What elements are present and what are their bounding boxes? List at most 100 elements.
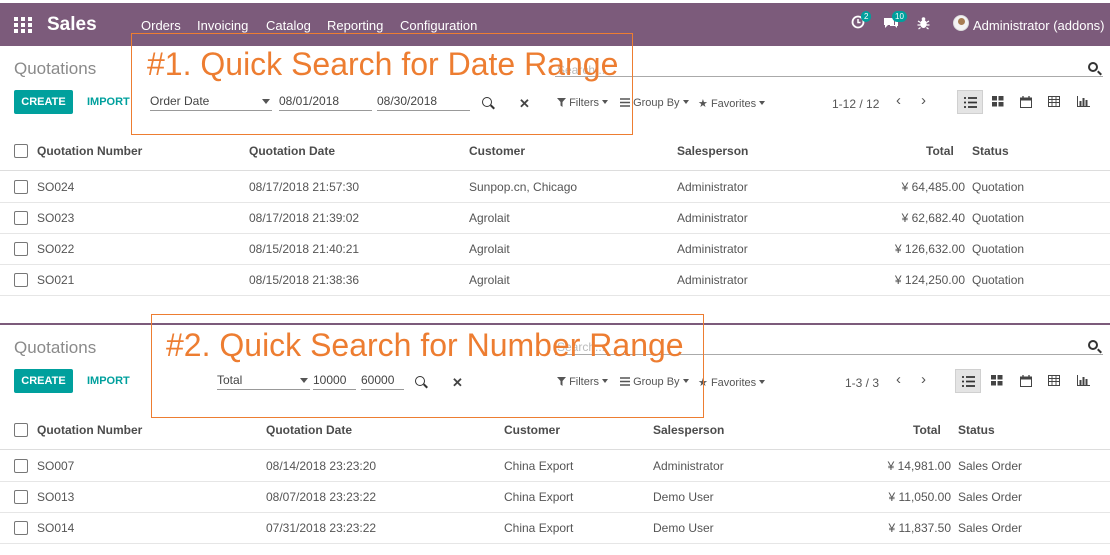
cell-number: SO013 [37, 490, 75, 504]
pager-next-icon[interactable]: › [921, 92, 926, 109]
cell-status: Quotation [972, 180, 1025, 194]
kanban-view-button[interactable] [986, 90, 1012, 114]
col-salesperson[interactable]: Salesperson [677, 144, 748, 158]
menu-reporting[interactable]: Reporting [327, 18, 383, 33]
menu-catalog[interactable]: Catalog [266, 18, 311, 33]
cell-total: ¥ 62,682.40 [901, 211, 965, 225]
pager-value[interactable]: 1-3 / 3 [845, 376, 879, 390]
create-button[interactable]: CREATE [14, 90, 73, 114]
quotations-panel-number-range: Quotations Search... CREATE IMPORT Total… [0, 314, 1110, 555]
bug-icon[interactable] [917, 13, 931, 30]
cell-customer: China Export [504, 459, 574, 473]
table-row[interactable]: SO021 08/15/2018 21:38:36 Agrolait Admin… [0, 265, 1110, 296]
row-checkbox[interactable] [14, 180, 28, 194]
calendar-icon [1020, 375, 1032, 387]
favorites-dropdown[interactable]: ★ Favorites [698, 97, 766, 110]
import-button[interactable]: IMPORT [87, 375, 130, 387]
menu-orders[interactable]: Orders [141, 18, 181, 33]
pager-value[interactable]: 1-12 / 12 [832, 97, 879, 111]
cell-customer: Agrolait [469, 211, 510, 225]
cell-salesperson: Administrator [677, 180, 748, 194]
cell-number: SO007 [37, 459, 75, 473]
cell-date: 08/15/2018 21:38:36 [249, 273, 360, 287]
cell-status: Sales Order [958, 490, 1023, 504]
col-total[interactable]: Total [913, 423, 941, 437]
kanban-view-button[interactable] [985, 369, 1011, 393]
cell-salesperson: Demo User [653, 521, 714, 535]
cell-customer: Sunpop.cn, Chicago [469, 180, 578, 194]
cell-date: 08/15/2018 21:40:21 [249, 242, 360, 256]
user-menu[interactable]: Administrator (addons) [973, 18, 1105, 33]
row-checkbox[interactable] [14, 273, 28, 287]
activity-clock-icon[interactable]: 2 [851, 11, 872, 31]
cell-total: ¥ 11,837.50 [888, 521, 951, 535]
cell-total: ¥ 124,250.00 [894, 273, 965, 287]
cell-date: 08/07/2018 23:23:22 [266, 490, 377, 504]
cell-customer: Agrolait [469, 242, 510, 256]
list-view-button[interactable] [955, 369, 981, 393]
calendar-view-button[interactable] [1014, 90, 1040, 114]
app-brand: Sales [47, 14, 97, 35]
row-checkbox[interactable] [14, 211, 28, 225]
apps-menu-icon[interactable] [14, 17, 32, 33]
col-salesperson[interactable]: Salesperson [653, 423, 724, 437]
row-checkbox[interactable] [14, 459, 28, 473]
col-quotation-number[interactable]: Quotation Number [37, 423, 142, 437]
page-title: Quotations [14, 338, 97, 357]
col-status[interactable]: Status [958, 423, 995, 437]
user-avatar[interactable] [953, 15, 969, 31]
table-row[interactable]: SO007 08/14/2018 23:23:20 China Export A… [0, 451, 1110, 482]
list-view-icon [962, 376, 975, 387]
bar-chart-icon [1077, 375, 1090, 386]
bar-chart-icon [1077, 96, 1090, 107]
table-row[interactable]: SO023 08/17/2018 21:39:02 Agrolait Admin… [0, 203, 1110, 234]
pivot-view-button[interactable] [1042, 90, 1068, 114]
col-status[interactable]: Status [972, 144, 1009, 158]
select-all-checkbox[interactable] [14, 423, 28, 437]
cell-number: SO024 [37, 180, 75, 194]
list-view-button[interactable] [957, 90, 983, 114]
pivot-table-icon [1048, 375, 1060, 386]
calendar-icon [1020, 96, 1032, 108]
col-quotation-date[interactable]: Quotation Date [266, 423, 352, 437]
table-row[interactable]: SO014 07/31/2018 23:23:22 China Export D… [0, 513, 1110, 544]
pager-prev-icon[interactable]: ‹ [896, 92, 901, 109]
menu-invoicing[interactable]: Invoicing [197, 18, 248, 33]
activity-badge: 2 [861, 11, 872, 22]
quotations-panel-date-range: Quotations Search... CREATE IMPORT Order… [0, 33, 1110, 320]
kanban-view-icon [992, 96, 1004, 107]
search-icon[interactable] [1088, 62, 1098, 72]
col-customer[interactable]: Customer [469, 144, 525, 158]
col-quotation-number[interactable]: Quotation Number [37, 144, 142, 158]
col-customer[interactable]: Customer [504, 423, 560, 437]
import-button[interactable]: IMPORT [87, 96, 130, 108]
calendar-view-button[interactable] [1014, 369, 1040, 393]
row-checkbox[interactable] [14, 521, 28, 535]
pager-prev-icon[interactable]: ‹ [896, 371, 901, 388]
col-quotation-date[interactable]: Quotation Date [249, 144, 335, 158]
row-checkbox[interactable] [14, 242, 28, 256]
table-row[interactable]: SO024 08/17/2018 21:57:30 Sunpop.cn, Chi… [0, 172, 1110, 203]
search-icon[interactable] [1088, 340, 1098, 350]
menu-configuration[interactable]: Configuration [400, 18, 477, 33]
favorites-dropdown[interactable]: ★ Favorites [698, 376, 766, 389]
graph-view-button[interactable] [1071, 90, 1097, 114]
table-row[interactable]: SO022 08/15/2018 21:40:21 Agrolait Admin… [0, 234, 1110, 265]
kanban-view-icon [991, 375, 1003, 386]
cell-salesperson: Administrator [653, 459, 724, 473]
page-title: Quotations [14, 59, 97, 78]
cell-total: ¥ 64,485.00 [901, 180, 965, 194]
table-header: Quotation Number Quotation Date Customer… [0, 131, 1110, 171]
cell-salesperson: Demo User [653, 490, 714, 504]
graph-view-button[interactable] [1071, 369, 1097, 393]
messages-icon[interactable]: 10 [883, 11, 907, 31]
cell-status: Sales Order [958, 521, 1023, 535]
row-checkbox[interactable] [14, 490, 28, 504]
col-total[interactable]: Total [926, 144, 954, 158]
cell-status: Quotation [972, 211, 1025, 225]
table-row[interactable]: SO013 08/07/2018 23:23:22 China Export D… [0, 482, 1110, 513]
create-button[interactable]: CREATE [14, 369, 73, 393]
pivot-view-button[interactable] [1042, 369, 1068, 393]
pager-next-icon[interactable]: › [921, 371, 926, 388]
select-all-checkbox[interactable] [14, 144, 28, 158]
